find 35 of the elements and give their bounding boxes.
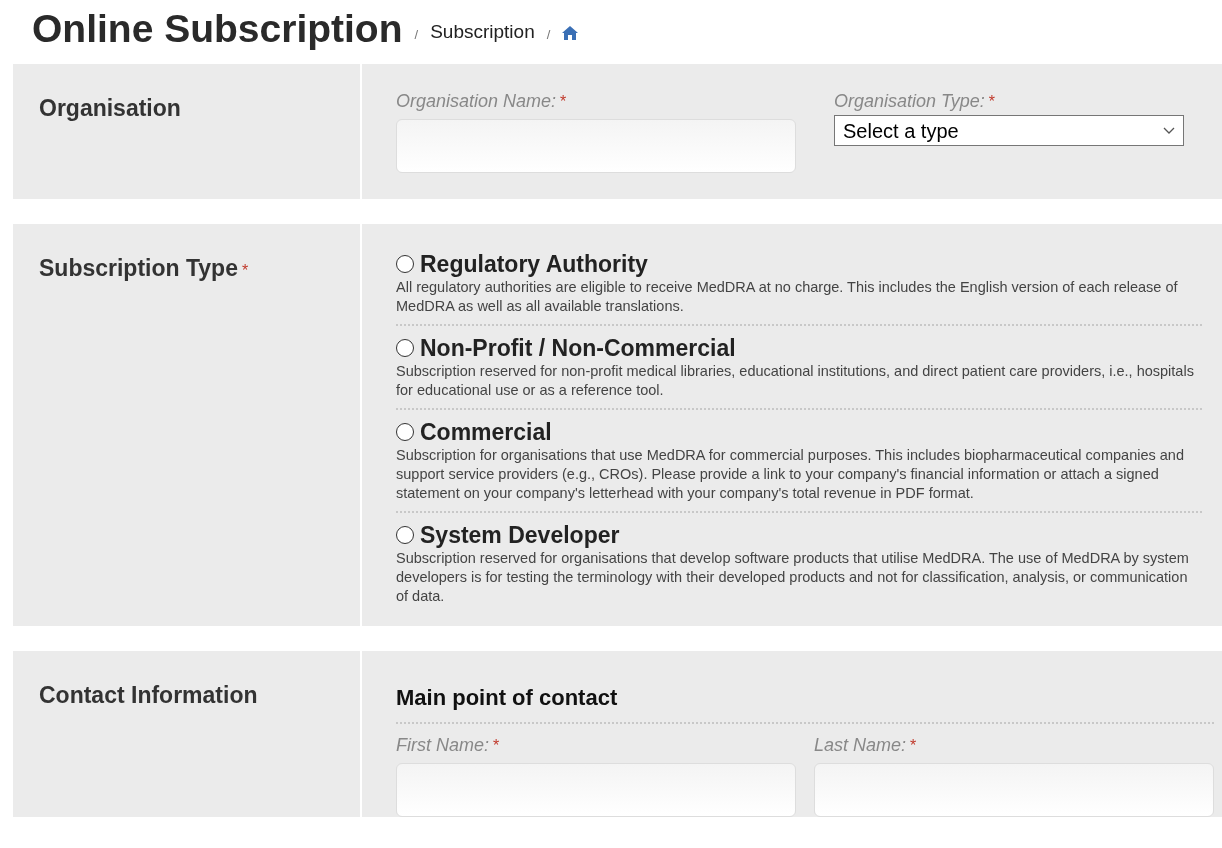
required-mark: *: [560, 92, 567, 112]
field-label: First Name:: [396, 734, 489, 757]
section-label: Contact Information: [39, 681, 258, 710]
required-mark: *: [493, 736, 500, 756]
section-label: Organisation: [39, 94, 181, 123]
breadcrumb-separator: /: [546, 25, 551, 44]
section-subheading: Main point of contact: [396, 684, 619, 712]
field-label: Last Name:: [814, 734, 907, 757]
home-icon[interactable]: [562, 26, 579, 40]
option-description: Subscription reserved for organisations that develop software products that utilise MedDRA. The use of MedDRA by system developers is for testing the terminology with their developed products and not for classification, analysis, or communication of data.: [396, 549, 1190, 606]
input-field[interactable]: [396, 119, 796, 173]
option-description: Subscription for organisations that use MedDRA for commercial purposes. This includes biopharmaceutical companies and support service providers (e.g., CROs). Please provide a link to your company's financial information or attach a signed statement on your company's letterhead with your company's total revenue in PDF format.: [396, 446, 1185, 503]
radio-button[interactable]: [396, 526, 414, 544]
chevron-down-icon: [1163, 126, 1175, 135]
option-description: Subscription reserved for non-profit medical libraries, educational institutions, and direct patient care providers, i.e., hospitals for educational use or as a reference tool.: [396, 362, 1195, 400]
section-label: Subscription Type: [39, 254, 238, 283]
type-dropdown[interactable]: Select a type: [834, 115, 1184, 146]
required-mark: *: [910, 736, 917, 756]
radio-button[interactable]: [396, 339, 414, 357]
option-title: Regulatory Authority: [420, 250, 648, 278]
radio-button[interactable]: [396, 423, 414, 441]
radio-button[interactable]: [396, 255, 414, 273]
page-title: Online Subscription: [32, 9, 403, 48]
field-label: Organisation Type:: [834, 90, 985, 113]
option-title: System Developer: [420, 521, 620, 549]
field-label: Organisation Name:: [396, 90, 557, 113]
input-field[interactable]: [396, 763, 796, 817]
option-description: All regulatory authorities are eligible to receive MedDRA at no charge. This includes the English version of each release of MedDRA as well as all available translations.: [396, 278, 1179, 316]
input-field[interactable]: [814, 763, 1214, 817]
breadcrumb-separator: /: [414, 25, 419, 44]
breadcrumb-link[interactable]: Subscription: [430, 17, 535, 46]
option-title: Commercial: [420, 418, 552, 446]
required-mark: *: [988, 92, 995, 112]
option-title: Non-Profit / Non-Commercial: [420, 334, 736, 362]
required-mark: *: [241, 261, 249, 281]
